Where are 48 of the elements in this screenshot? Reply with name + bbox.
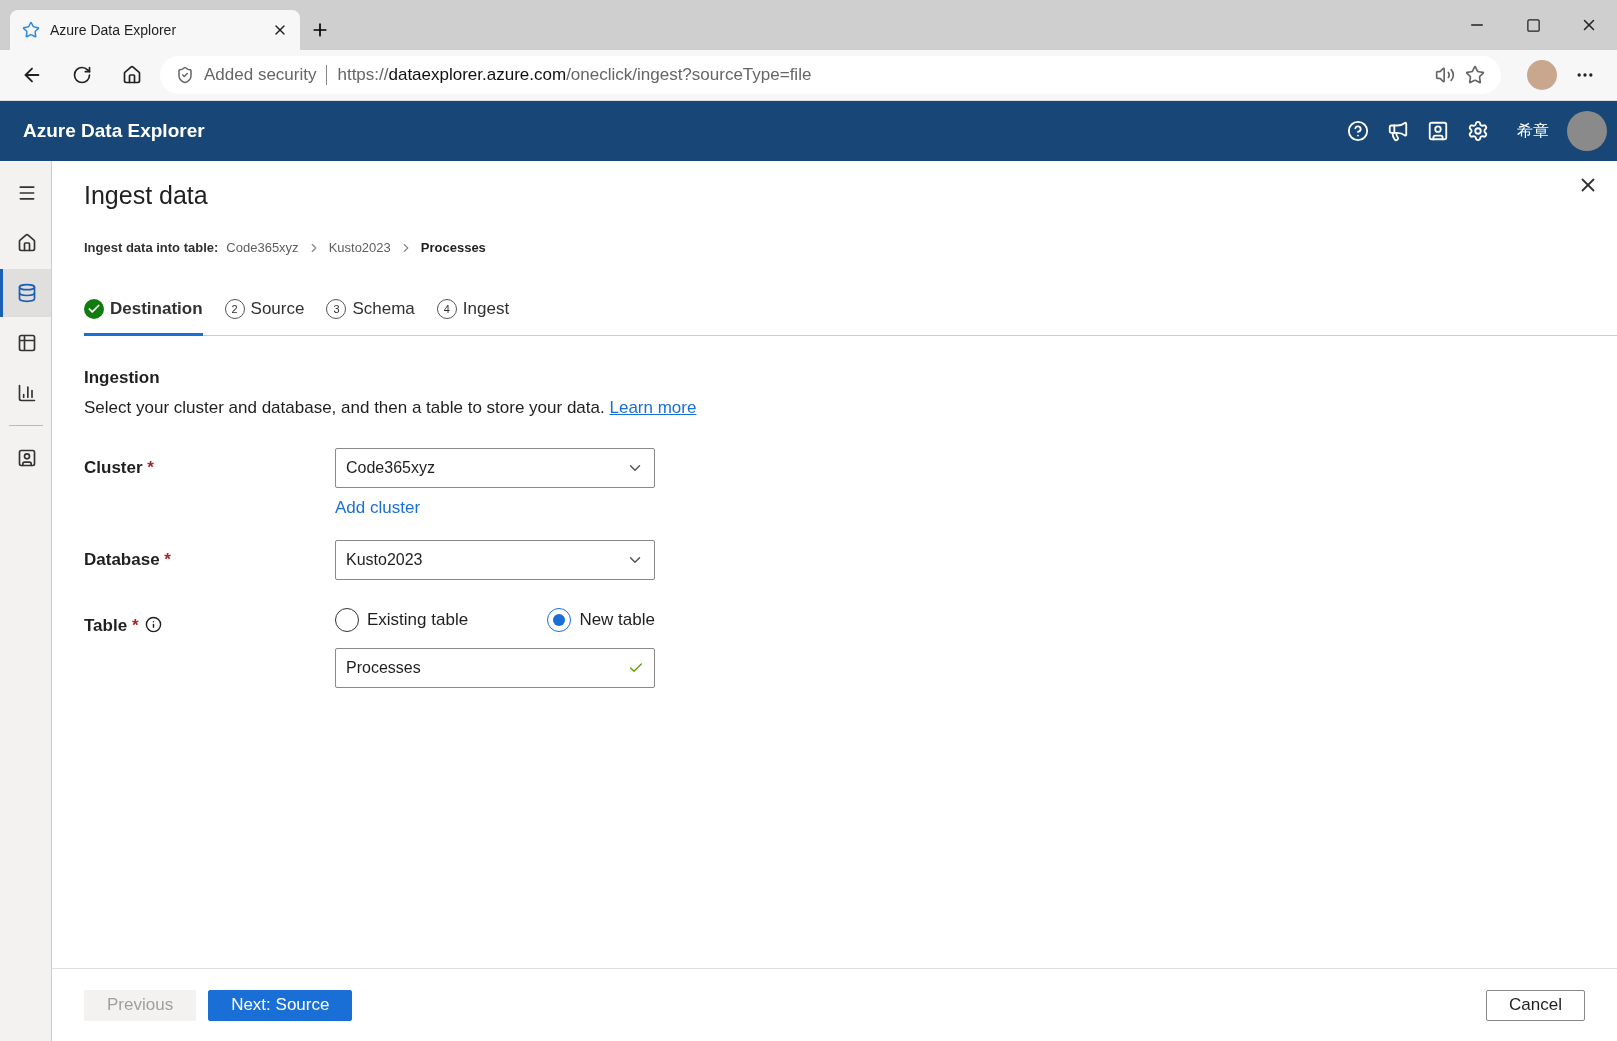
database-icon xyxy=(17,283,37,303)
step-tab[interactable]: Destination xyxy=(84,291,203,336)
url-text: https://dataexplorer.azure.com/oneclick/ingest?sourceType=file xyxy=(337,65,813,85)
chart-icon xyxy=(17,383,37,403)
table-name-field[interactable]: Processes xyxy=(335,648,655,688)
person-icon xyxy=(17,448,37,468)
home-icon xyxy=(17,233,37,253)
section-title: Ingestion xyxy=(84,368,161,388)
page-title: Ingest data xyxy=(84,181,208,210)
favorite-icon[interactable] xyxy=(1465,65,1485,85)
megaphone-icon[interactable] xyxy=(1387,120,1409,142)
info-icon xyxy=(144,616,162,633)
address-bar[interactable]: Added security https://dataexplorer.azure.com/oneclick/ingest?sourceType=file xyxy=(160,56,1501,94)
step-tab[interactable]: 4 Ingest xyxy=(436,291,510,336)
help-icon[interactable] xyxy=(1347,120,1369,142)
breadcrumb-item: Code365xyz xyxy=(226,240,299,255)
refresh-icon[interactable] xyxy=(72,65,92,85)
home-icon[interactable] xyxy=(122,65,142,85)
field-label: Cluster * xyxy=(84,458,154,478)
shield-icon xyxy=(176,66,194,84)
database-dropdown[interactable]: Kusto2023 xyxy=(335,540,655,580)
next-button[interactable]: Next: Source xyxy=(208,989,353,1021)
cluster-dropdown[interactable]: Code365xyz xyxy=(335,448,655,488)
breadcrumb-item: Processes xyxy=(420,240,486,255)
menu-icon xyxy=(17,183,37,203)
radio-option[interactable]: Existing table xyxy=(335,608,469,632)
field-label: Table * xyxy=(84,616,139,636)
read-aloud-icon[interactable] xyxy=(1435,65,1455,85)
breadcrumb-item: Kusto2023 xyxy=(328,240,391,255)
cancel-button[interactable]: Cancel xyxy=(1486,989,1585,1021)
security-label: Added security xyxy=(204,65,317,85)
breadcrumb-label: Ingest data into table: xyxy=(84,240,219,255)
learn-more-link[interactable]: Learn more xyxy=(609,398,697,417)
table-icon xyxy=(17,333,37,353)
step-tab[interactable]: 2 Source xyxy=(224,291,305,336)
add-cluster-link[interactable]: Add cluster xyxy=(335,498,421,518)
step-tab[interactable]: 3 Schema xyxy=(326,291,415,336)
browser-tab[interactable]: Azure Data Explorer xyxy=(10,10,300,50)
user-avatar[interactable] xyxy=(1567,111,1607,151)
radio-option[interactable]: New table xyxy=(547,608,655,632)
check-circle-icon xyxy=(84,299,104,319)
user-name: 希章 xyxy=(1517,120,1549,141)
maximize-icon[interactable] xyxy=(1525,17,1541,33)
field-label: Database * xyxy=(84,550,171,570)
sidebar-item[interactable] xyxy=(0,269,51,317)
app-title: Azure Data Explorer xyxy=(23,120,206,142)
section-description: Select your cluster and database, and then a table to store your data. Learn more xyxy=(84,398,698,418)
settings-icon[interactable] xyxy=(1467,120,1489,142)
